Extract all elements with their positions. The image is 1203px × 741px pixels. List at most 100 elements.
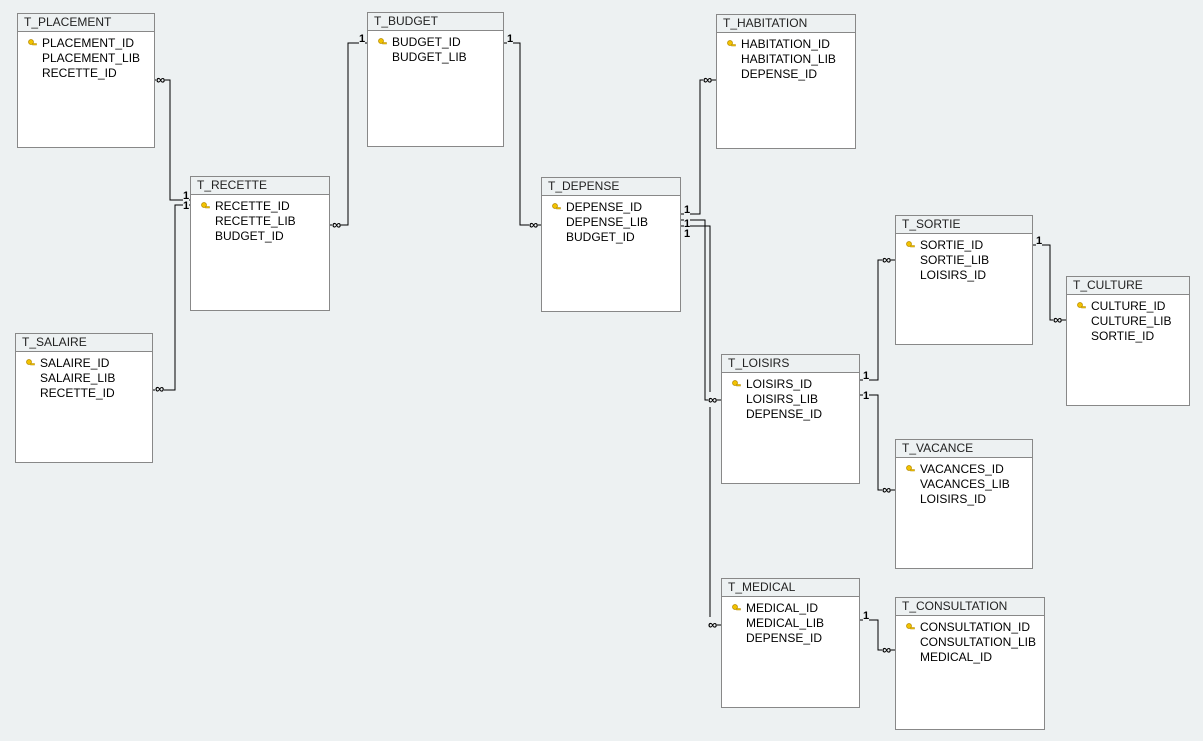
table-budget[interactable]: T_BUDGET BUDGET_ID BUDGET_LIB <box>367 12 504 147</box>
field-name: LOISIRS_LIB <box>746 392 818 407</box>
field-row[interactable]: RECETTE_ID <box>22 66 150 81</box>
field-name: PLACEMENT_LIB <box>42 51 140 66</box>
field-row[interactable]: LOISIRS_LIB <box>726 392 855 407</box>
table-title: T_MEDICAL <box>722 579 859 597</box>
field-row[interactable]: DEPENSE_LIB <box>546 215 676 230</box>
field-row[interactable]: SORTIE_LIB <box>900 253 1028 268</box>
field-name: BUDGET_ID <box>392 35 461 50</box>
field-row[interactable]: LOISIRS_ID <box>900 492 1028 507</box>
table-title: T_BUDGET <box>368 13 503 31</box>
field-row[interactable]: BUDGET_ID <box>372 35 499 50</box>
table-fields: DEPENSE_ID DEPENSE_LIB BUDGET_ID <box>542 196 680 251</box>
field-row[interactable]: SORTIE_ID <box>1071 329 1185 344</box>
table-fields: PLACEMENT_ID PLACEMENT_LIB RECETTE_ID <box>18 32 154 87</box>
card-one: 1 <box>359 33 365 45</box>
field-name: SORTIE_LIB <box>920 253 989 268</box>
field-row[interactable]: DEPENSE_ID <box>726 407 855 422</box>
table-loisirs[interactable]: T_LOISIRS LOISIRS_ID LOISIRS_LIB DEPENSE… <box>721 354 860 484</box>
primary-key-icon <box>904 465 918 475</box>
table-vacance[interactable]: T_VACANCE VACANCES_ID VACANCES_LIB LOISI… <box>895 439 1033 569</box>
field-row[interactable]: BUDGET_LIB <box>372 50 499 65</box>
card-many: ∞ <box>155 381 164 396</box>
field-row[interactable]: PLACEMENT_ID <box>22 36 150 51</box>
field-name: SALAIRE_LIB <box>40 371 115 386</box>
field-name: DEPENSE_ID <box>741 67 817 82</box>
card-many: ∞ <box>882 482 891 497</box>
table-title: T_SORTIE <box>896 216 1032 234</box>
field-name: RECETTE_LIB <box>215 214 296 229</box>
table-consultation[interactable]: T_CONSULTATION CONSULTATION_ID CONSULTAT… <box>895 597 1045 730</box>
field-name: SORTIE_ID <box>920 238 983 253</box>
field-name: RECETTE_ID <box>40 386 115 401</box>
field-row[interactable]: CULTURE_LIB <box>1071 314 1185 329</box>
field-name: CULTURE_LIB <box>1091 314 1171 329</box>
field-row[interactable]: DEPENSE_ID <box>726 631 855 646</box>
field-name: PLACEMENT_ID <box>42 36 134 51</box>
table-fields: SORTIE_ID SORTIE_LIB LOISIRS_ID <box>896 234 1032 289</box>
field-name: BUDGET_ID <box>566 230 635 245</box>
field-row[interactable]: RECETTE_LIB <box>195 214 325 229</box>
field-row[interactable]: CONSULTATION_ID <box>900 620 1040 635</box>
table-salaire[interactable]: T_SALAIRE SALAIRE_ID SALAIRE_LIB RECETTE… <box>15 333 153 463</box>
field-name: DEPENSE_ID <box>746 631 822 646</box>
field-row[interactable]: MEDICAL_LIB <box>726 616 855 631</box>
card-one: 1 <box>863 610 869 622</box>
field-name: LOISIRS_ID <box>920 268 986 283</box>
field-name: LOISIRS_ID <box>746 377 812 392</box>
field-row[interactable]: LOISIRS_ID <box>900 268 1028 283</box>
card-many: ∞ <box>708 617 717 632</box>
table-fields: BUDGET_ID BUDGET_LIB <box>368 31 503 71</box>
table-title: T_RECETTE <box>191 177 329 195</box>
table-sortie[interactable]: T_SORTIE SORTIE_ID SORTIE_LIB LOISIRS_ID <box>895 215 1033 345</box>
card-one: 1 <box>684 228 690 240</box>
table-fields: SALAIRE_ID SALAIRE_LIB RECETTE_ID <box>16 352 152 407</box>
card-many: ∞ <box>1053 312 1062 327</box>
field-name: SALAIRE_ID <box>40 356 109 371</box>
field-row[interactable]: MEDICAL_ID <box>726 601 855 616</box>
field-row[interactable]: BUDGET_ID <box>195 229 325 244</box>
field-name: HABITATION_ID <box>741 37 830 52</box>
field-name: BUDGET_LIB <box>392 50 467 65</box>
field-row[interactable]: RECETTE_ID <box>20 386 148 401</box>
field-row[interactable]: DEPENSE_ID <box>546 200 676 215</box>
card-many: ∞ <box>156 72 165 87</box>
table-habitation[interactable]: T_HABITATION HABITATION_ID HABITATION_LI… <box>716 14 856 149</box>
field-name: SORTIE_ID <box>1091 329 1154 344</box>
table-placement[interactable]: T_PLACEMENT PLACEMENT_ID PLACEMENT_LIB R… <box>17 13 155 148</box>
field-name: LOISIRS_ID <box>920 492 986 507</box>
field-row[interactable]: DEPENSE_ID <box>721 67 851 82</box>
field-row[interactable]: HABITATION_ID <box>721 37 851 52</box>
field-row[interactable]: SALAIRE_ID <box>20 356 148 371</box>
field-name: CULTURE_ID <box>1091 299 1165 314</box>
field-row[interactable]: PLACEMENT_LIB <box>22 51 150 66</box>
field-name: MEDICAL_ID <box>746 601 818 616</box>
table-culture[interactable]: T_CULTURE CULTURE_ID CULTURE_LIB SORTIE_… <box>1066 276 1190 406</box>
card-one: 1 <box>183 200 189 212</box>
table-fields: HABITATION_ID HABITATION_LIB DEPENSE_ID <box>717 33 855 88</box>
field-row[interactable]: CULTURE_ID <box>1071 299 1185 314</box>
field-row[interactable]: RECETTE_ID <box>195 199 325 214</box>
table-depense[interactable]: T_DEPENSE DEPENSE_ID DEPENSE_LIB BUDGET_… <box>541 177 681 312</box>
table-title: T_VACANCE <box>896 440 1032 458</box>
table-recette[interactable]: T_RECETTE RECETTE_ID RECETTE_LIB BUDGET_… <box>190 176 330 311</box>
table-fields: LOISIRS_ID LOISIRS_LIB DEPENSE_ID <box>722 373 859 428</box>
field-row[interactable]: CONSULTATION_LIB <box>900 635 1040 650</box>
field-row[interactable]: LOISIRS_ID <box>726 377 855 392</box>
table-title: T_CULTURE <box>1067 277 1189 295</box>
card-many: ∞ <box>882 642 891 657</box>
table-title: T_PLACEMENT <box>18 14 154 32</box>
field-row[interactable]: HABITATION_LIB <box>721 52 851 67</box>
table-medical[interactable]: T_MEDICAL MEDICAL_ID MEDICAL_LIB DEPENSE… <box>721 578 860 708</box>
field-name: CONSULTATION_ID <box>920 620 1030 635</box>
field-name: MEDICAL_LIB <box>746 616 824 631</box>
field-row[interactable]: VACANCES_ID <box>900 462 1028 477</box>
field-row[interactable]: BUDGET_ID <box>546 230 676 245</box>
field-row[interactable]: MEDICAL_ID <box>900 650 1040 665</box>
field-row[interactable]: SALAIRE_LIB <box>20 371 148 386</box>
primary-key-icon <box>376 38 390 48</box>
primary-key-icon <box>725 40 739 50</box>
field-row[interactable]: VACANCES_LIB <box>900 477 1028 492</box>
card-many: ∞ <box>703 72 712 87</box>
card-one: 1 <box>507 33 513 45</box>
field-row[interactable]: SORTIE_ID <box>900 238 1028 253</box>
